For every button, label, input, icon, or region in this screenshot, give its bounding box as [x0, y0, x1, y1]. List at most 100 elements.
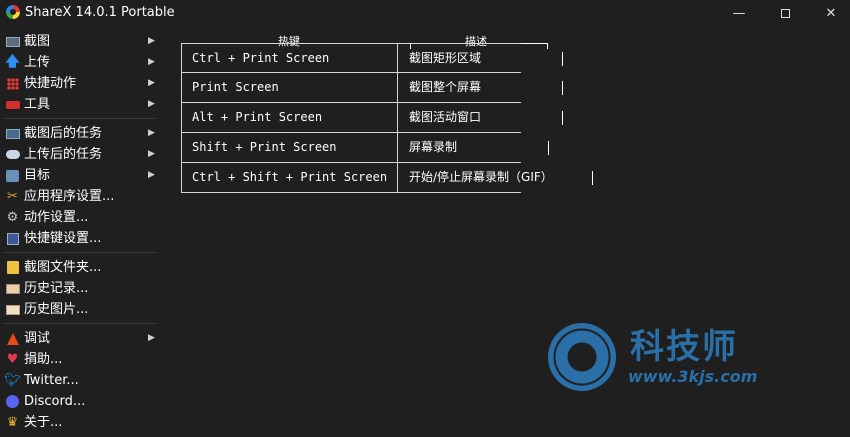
watermark-url: www.3kjs.com — [628, 367, 758, 386]
menu-item-label: 调试 — [24, 331, 51, 346]
menu-separator — [4, 118, 156, 119]
chevron-right-icon: ▶ — [148, 78, 155, 88]
menu-item-label: 目标 — [24, 168, 51, 183]
table-row[interactable]: Alt + Print Screen 截图活动窗口 — [182, 103, 563, 133]
row-edge-marker — [562, 81, 563, 95]
menu-item-label: Twitter... — [24, 373, 79, 388]
dots-icon — [5, 76, 20, 91]
monitor-icon — [5, 126, 20, 141]
menu-item-image-history[interactable]: 历史图片... — [0, 299, 160, 320]
menu-item-label: 工具 — [24, 97, 51, 112]
hotkey-cell: Ctrl + Shift + Print Screen — [192, 170, 388, 184]
menu-item-task-settings[interactable]: ⚙ 动作设置... — [0, 207, 160, 228]
menu-item-label: 快捷键设置... — [24, 231, 102, 246]
hotkey-table: Ctrl + Print Screen 截图矩形区域 Print Screen … — [181, 43, 593, 193]
column-divider — [397, 73, 398, 102]
crown-icon: ♛ — [6, 415, 19, 430]
twitter-icon: 🐦︎ — [4, 373, 21, 388]
menu-item-twitter[interactable]: 🐦︎ Twitter... — [0, 370, 160, 391]
chevron-right-icon: ▶ — [148, 333, 155, 343]
menu-separator — [4, 252, 156, 253]
minimize-button[interactable]: — — [716, 0, 762, 27]
discord-icon — [5, 394, 20, 409]
chevron-right-icon: ▶ — [148, 149, 155, 159]
table-row[interactable]: Shift + Print Screen 屏幕录制 — [182, 133, 549, 163]
menu-item-label: 截图 — [24, 34, 51, 49]
menu-item-label: 关于... — [24, 415, 63, 430]
column-divider — [397, 44, 398, 73]
row-edge-marker — [548, 141, 549, 155]
row-edge-marker — [562, 111, 563, 125]
menu-item-label: 捐助... — [24, 352, 63, 367]
table-row[interactable]: Print Screen 截图整个屏幕 — [182, 73, 563, 103]
row-edge-marker — [592, 171, 593, 185]
row-edge-marker — [562, 52, 563, 66]
sharex-logo-icon — [6, 5, 20, 19]
chevron-right-icon: ▶ — [148, 170, 155, 180]
window-title: ShareX 14.0.1 Portable — [25, 5, 175, 20]
description-cell: 截图矩形区域 — [409, 51, 482, 65]
menu-item-label: 历史图片... — [24, 302, 89, 317]
table-row[interactable]: Ctrl + Print Screen 截图矩形区域 — [182, 43, 563, 73]
menu-separator — [4, 323, 156, 324]
menu-item-label: 应用程序设置... — [24, 189, 115, 204]
menu-item-workflows[interactable]: 快捷动作 ▶ — [0, 73, 160, 94]
menu-item-label: 上传后的任务 — [24, 147, 103, 162]
history-icon — [5, 281, 20, 296]
menu-item-label: 历史记录... — [24, 281, 89, 296]
menu-item-destinations[interactable]: 目标 ▶ — [0, 165, 160, 186]
menu-item-history[interactable]: 历史记录... — [0, 278, 160, 299]
description-cell: 屏幕录制 — [409, 140, 458, 154]
chevron-right-icon: ▶ — [148, 99, 155, 109]
header-tick — [547, 43, 548, 49]
description-cell: 开始/停止屏幕录制（GIF） — [409, 170, 553, 184]
chevron-right-icon: ▶ — [148, 57, 155, 67]
maximize-icon — [780, 9, 790, 18]
menu-item-debug[interactable]: 调试 ▶ — [0, 328, 160, 349]
hotkey-cell: Print Screen — [192, 80, 279, 94]
menu-item-about[interactable]: ♛ 关于... — [0, 412, 160, 433]
watermark-name: 科技师 — [630, 327, 738, 367]
description-cell: 截图活动窗口 — [409, 110, 482, 124]
menu-item-label: 上传 — [24, 55, 51, 70]
menu-item-discord[interactable]: Discord... — [0, 391, 160, 412]
menu-item-label: 动作设置... — [24, 210, 89, 225]
maximize-button[interactable] — [762, 0, 808, 27]
close-icon: ✕ — [825, 6, 837, 21]
folder-icon — [5, 260, 20, 275]
chevron-right-icon: ▶ — [148, 128, 155, 138]
hotkey-cell: Alt + Print Screen — [192, 110, 323, 124]
column-divider — [397, 133, 398, 162]
column-divider — [397, 103, 398, 132]
menu-item-after-upload-tasks[interactable]: 上传后的任务 ▶ — [0, 144, 160, 165]
menu-item-hotkey-settings[interactable]: 快捷键设置... — [0, 228, 160, 249]
menu-item-label: Discord... — [24, 394, 86, 409]
menu-item-after-capture-tasks[interactable]: 截图后的任务 ▶ — [0, 123, 160, 144]
screen-icon — [5, 34, 20, 49]
hotkey-cell: Shift + Print Screen — [192, 140, 337, 154]
wrench-icon: ✂ — [7, 189, 18, 204]
description-cell: 截图整个屏幕 — [409, 80, 482, 94]
table-row[interactable]: Ctrl + Shift + Print Screen 开始/停止屏幕录制（GI… — [182, 163, 593, 193]
keyboard-icon — [5, 231, 20, 246]
menu-item-screenshots-folder[interactable]: 截图文件夹... — [0, 257, 160, 278]
chevron-right-icon: ▶ — [148, 36, 155, 46]
minimize-icon: — — [732, 6, 746, 21]
menu-item-capture[interactable]: 截图 ▶ — [0, 31, 160, 52]
menu-item-label: 截图后的任务 — [24, 126, 103, 141]
cloud-icon — [5, 147, 20, 162]
heart-icon: ♥ — [6, 352, 19, 367]
pictures-icon — [5, 302, 20, 317]
menu-item-upload[interactable]: 🡅 上传 ▶ — [0, 52, 160, 73]
menu-item-label: 快捷动作 — [24, 76, 77, 91]
toolbox-icon — [5, 97, 20, 112]
star-icon: ★ — [570, 341, 594, 371]
menu-item-application-settings[interactable]: ✂ 应用程序设置... — [0, 186, 160, 207]
title-bar: ShareX 14.0.1 Portable — ✕ — [0, 0, 850, 27]
debug-icon — [5, 331, 20, 346]
close-button[interactable]: ✕ — [808, 0, 850, 27]
menu-item-tools[interactable]: 工具 ▶ — [0, 94, 160, 115]
menu-item-donate[interactable]: ♥ 捐助... — [0, 349, 160, 370]
site-watermark: ★ 科技师 www.3kjs.com — [548, 323, 758, 391]
upload-icon: 🡅 — [5, 54, 20, 70]
